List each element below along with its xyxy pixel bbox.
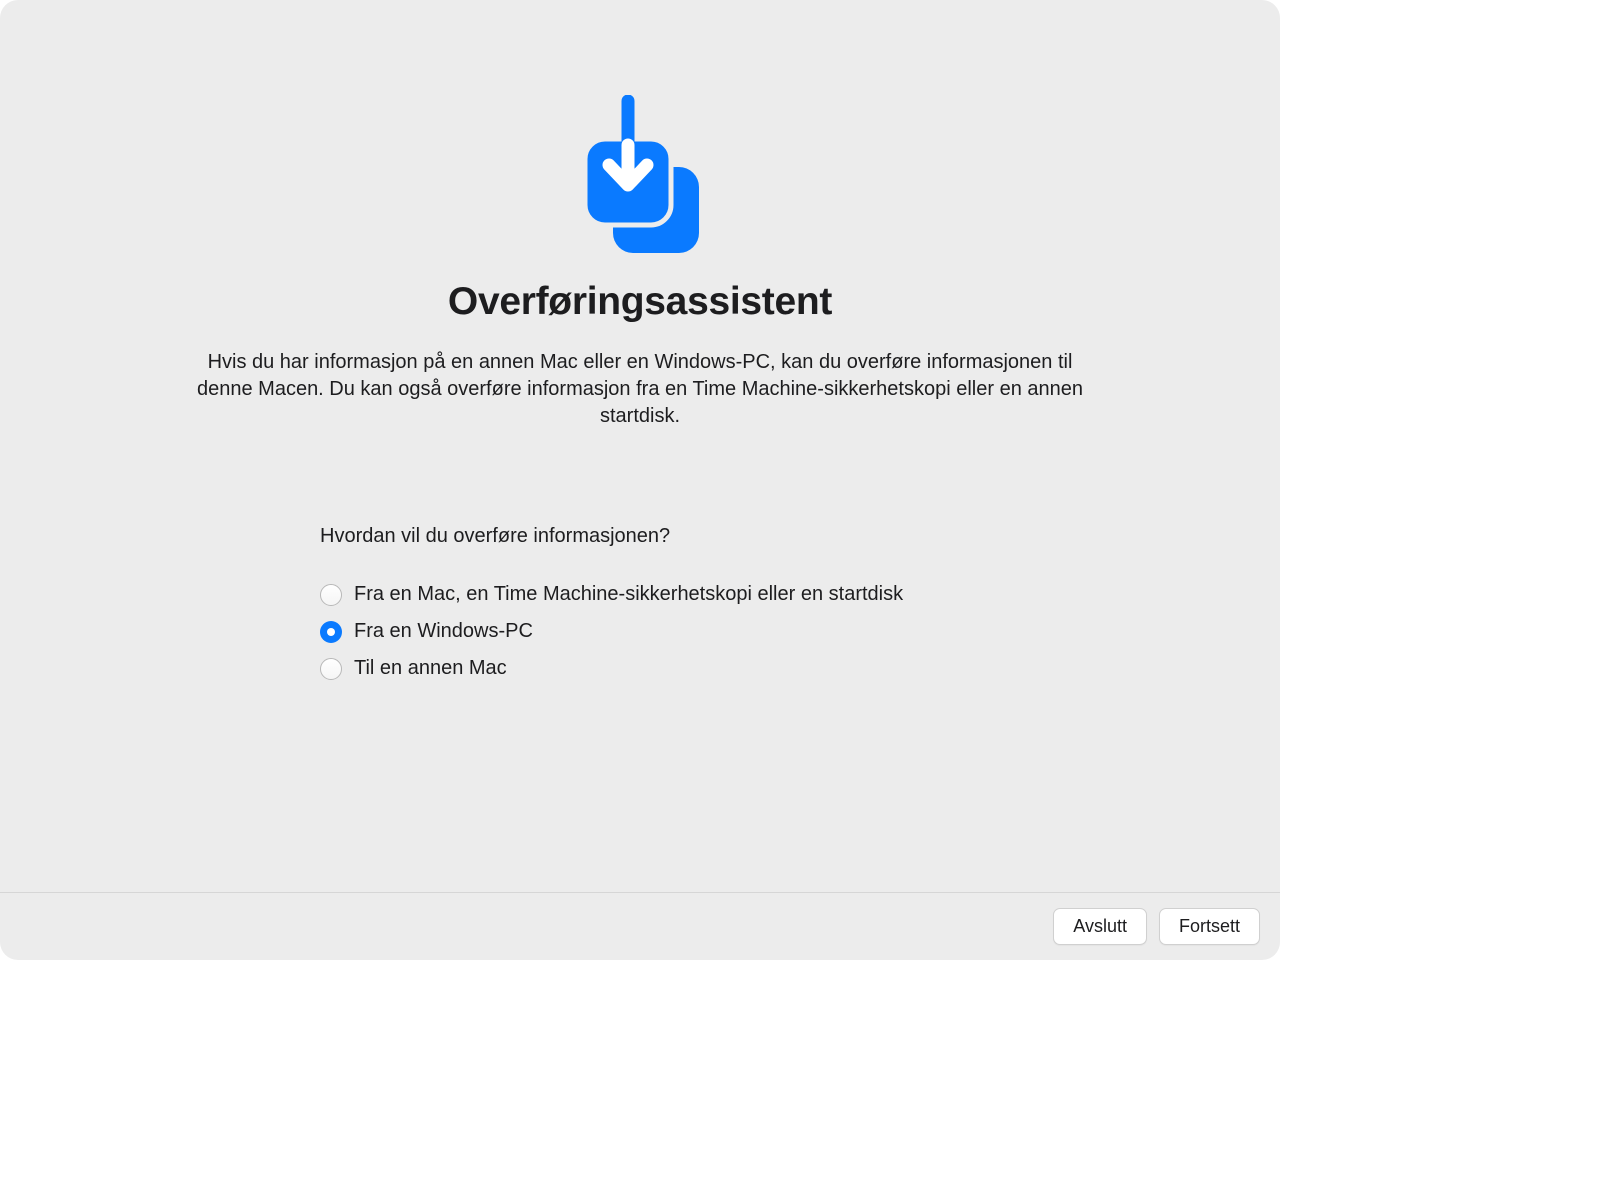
question-section: Hvordan vil du overføre informasjonen? F… — [320, 525, 960, 680]
radio-indicator — [320, 621, 342, 643]
page-title: Overføringsassistent — [448, 280, 832, 324]
radio-label: Til en annen Mac — [354, 657, 507, 680]
radio-indicator — [320, 584, 342, 606]
radio-indicator — [320, 658, 342, 680]
quit-button[interactable]: Avslutt — [1053, 908, 1147, 945]
question-text: Hvordan vil du overføre informasjonen? — [320, 525, 960, 548]
migration-assistant-icon — [565, 95, 715, 255]
page-description: Hvis du har informasjon på en annen Mac … — [160, 349, 1120, 430]
radio-option-from-mac[interactable]: Fra en Mac, en Time Machine-sikkerhetsko… — [320, 583, 960, 606]
footer-toolbar: Avslutt Fortsett — [0, 892, 1280, 960]
radio-option-from-windows[interactable]: Fra en Windows-PC — [320, 620, 960, 643]
radio-option-to-mac[interactable]: Til en annen Mac — [320, 657, 960, 680]
migration-assistant-window: Overføringsassistent Hvis du har informa… — [0, 0, 1280, 960]
radio-label: Fra en Mac, en Time Machine-sikkerhetsko… — [354, 583, 903, 606]
transfer-method-radio-group: Fra en Mac, en Time Machine-sikkerhetsko… — [320, 583, 960, 680]
continue-button[interactable]: Fortsett — [1159, 908, 1260, 945]
content-area: Overføringsassistent Hvis du har informa… — [0, 0, 1280, 892]
radio-label: Fra en Windows-PC — [354, 620, 533, 643]
